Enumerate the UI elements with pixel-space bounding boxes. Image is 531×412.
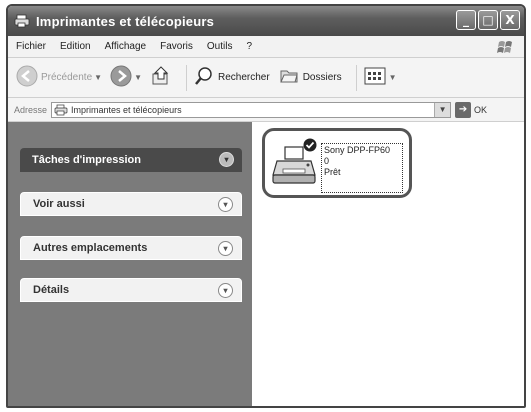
maximize-button[interactable]: □ xyxy=(478,10,498,30)
chevron-down-icon[interactable]: ▾ xyxy=(218,197,233,212)
menu-edition[interactable]: Edition xyxy=(60,41,91,52)
menu-outils[interactable]: Outils xyxy=(207,41,233,52)
toolbar: Précédente ▼ ▼ Rechercher Dossiers ▼ xyxy=(8,58,524,98)
forward-dropdown-icon[interactable]: ▼ xyxy=(134,73,142,82)
folders-button[interactable]: Dossiers xyxy=(278,65,342,90)
go-label[interactable]: OK xyxy=(474,105,487,115)
title-bar[interactable]: Imprimantes et télécopieurs _ □ X xyxy=(8,6,524,36)
address-field[interactable]: Imprimantes et télécopieurs ▼ xyxy=(51,101,452,118)
panel-details-label: Détails xyxy=(33,284,70,296)
file-list-area: Sony DPP-FP60 0 Prêt xyxy=(252,122,524,406)
search-icon xyxy=(193,65,215,90)
forward-arrow-icon xyxy=(110,65,132,90)
minimize-button[interactable]: _ xyxy=(456,10,476,30)
printer-info-label: Sony DPP-FP60 0 Prêt xyxy=(321,143,403,193)
toolbar-separator xyxy=(186,64,187,91)
back-arrow-icon xyxy=(16,65,38,90)
views-dropdown-icon[interactable]: ▼ xyxy=(389,73,397,82)
address-value: Imprimantes et télécopieurs xyxy=(71,104,182,115)
check-badge-icon xyxy=(303,138,317,152)
views-button[interactable]: ▼ xyxy=(363,65,397,90)
explorer-window: Imprimantes et télécopieurs _ □ X Fichie… xyxy=(6,4,526,408)
menu-bar: Fichier Edition Affichage Favoris Outils… xyxy=(8,36,524,58)
panel-other-places-label: Autres emplacements xyxy=(33,242,148,254)
panel-details[interactable]: Détails ▾ xyxy=(20,278,242,302)
folders-label: Dossiers xyxy=(302,72,342,83)
address-label: Adresse xyxy=(14,104,48,115)
address-dropdown-icon[interactable]: ▼ xyxy=(434,102,451,117)
back-dropdown-icon[interactable]: ▼ xyxy=(94,73,102,82)
views-icon xyxy=(363,65,387,90)
printer-item[interactable]: Sony DPP-FP60 0 Prêt xyxy=(262,128,412,198)
window-controls: _ □ X xyxy=(456,10,520,30)
panel-print-tasks[interactable]: Tâches d'impression ▾ xyxy=(20,148,242,172)
go-arrow-icon[interactable]: ➔ xyxy=(455,101,472,118)
back-label: Précédente xyxy=(41,72,93,83)
folders-icon xyxy=(278,65,300,90)
menu-affichage[interactable]: Affichage xyxy=(105,41,147,52)
close-button[interactable]: X xyxy=(500,10,520,30)
panel-print-tasks-label: Tâches d'impression xyxy=(32,154,141,166)
up-folder-icon xyxy=(150,65,172,90)
forward-button[interactable]: ▼ xyxy=(110,65,142,90)
search-button[interactable]: Rechercher xyxy=(193,65,270,90)
back-button[interactable]: Précédente ▼ xyxy=(16,65,102,90)
search-label: Rechercher xyxy=(218,72,270,83)
chevron-down-icon[interactable]: ▾ xyxy=(218,241,233,256)
panel-other-places[interactable]: Autres emplacements ▾ xyxy=(20,236,242,260)
task-pane: Tâches d'impression ▾ Voir aussi ▾ Autre… xyxy=(8,122,252,406)
up-folder-button[interactable] xyxy=(150,65,172,90)
printer-document-count: 0 xyxy=(324,156,330,166)
address-folder-icon xyxy=(54,104,68,116)
windows-logo-icon xyxy=(496,38,516,56)
panel-see-also-label: Voir aussi xyxy=(33,198,85,210)
toolbar-separator xyxy=(355,64,357,91)
menu-favoris[interactable]: Favoris xyxy=(160,41,193,52)
panel-see-also[interactable]: Voir aussi ▾ xyxy=(20,192,242,216)
menu-fichier[interactable]: Fichier xyxy=(16,41,46,52)
printer-name: Sony DPP-FP60 xyxy=(324,145,391,155)
printer-folder-icon xyxy=(14,13,30,29)
address-bar: Adresse Imprimantes et télécopieurs ▼ ➔ … xyxy=(8,98,524,122)
chevron-down-icon[interactable]: ▾ xyxy=(218,283,233,298)
menu-help[interactable]: ? xyxy=(246,41,252,52)
printer-status: Prêt xyxy=(324,167,341,177)
window-title: Imprimantes et télécopieurs xyxy=(36,13,215,29)
chevron-down-icon[interactable]: ▾ xyxy=(219,152,234,167)
